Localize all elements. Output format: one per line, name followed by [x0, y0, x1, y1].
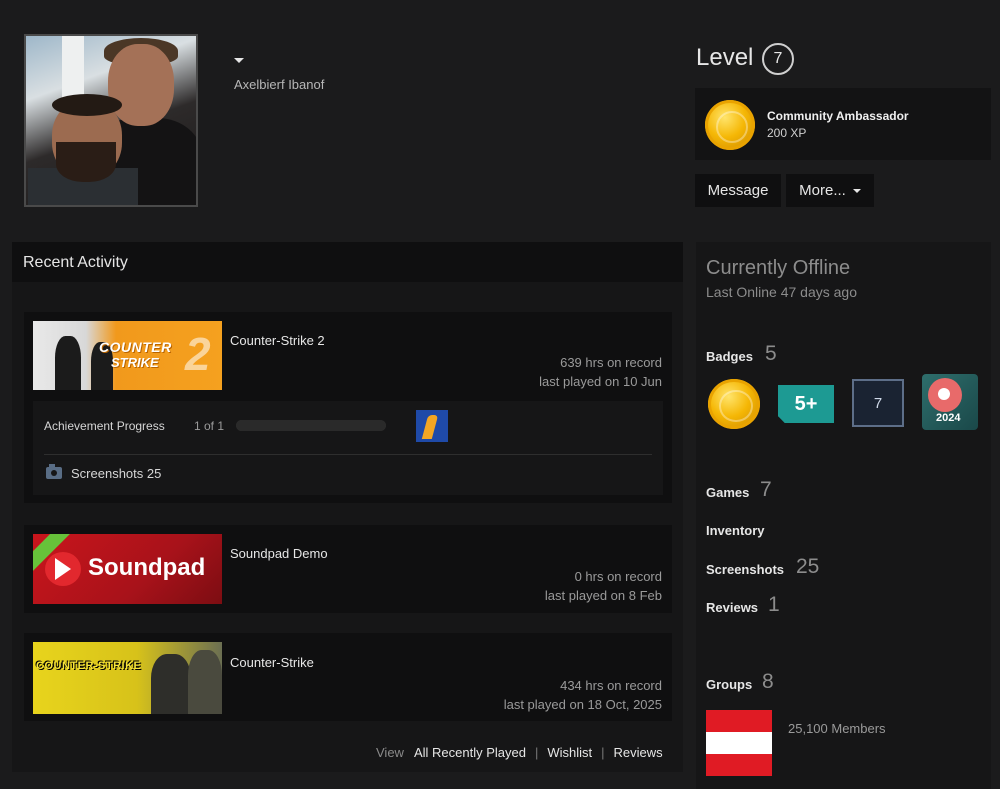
group-avatar[interactable]	[706, 710, 772, 776]
game-hours: 434 hrs on record	[560, 678, 662, 693]
recent-activity-footer: View All Recently Played | Wishlist | Re…	[376, 745, 663, 760]
profile-avatar[interactable]	[24, 34, 198, 207]
achievement-progress-bar	[236, 420, 386, 431]
game-capsule-cs2[interactable]: 2 COUNTER STRIKE	[33, 321, 222, 390]
game-last-played: last played on 10 Jun	[539, 374, 662, 389]
badges-link[interactable]: Badges	[706, 349, 753, 364]
gold-coin-icon	[705, 100, 755, 150]
featured-badge-xp: 200 XP	[767, 126, 807, 140]
message-button-label: Message	[707, 182, 769, 199]
name-history-caret-icon[interactable]	[234, 58, 244, 63]
featured-badge-title: Community Ambassador	[767, 109, 909, 123]
chevron-down-icon	[852, 188, 861, 193]
game-name-link[interactable]: Counter-Strike 2	[230, 333, 325, 348]
online-status: Currently Offline	[706, 257, 851, 279]
reviews-link[interactable]: Reviews	[614, 745, 663, 760]
play-icon	[55, 558, 71, 580]
wishlist-link[interactable]: Wishlist	[547, 745, 592, 760]
inventory-link[interactable]: Inventory	[706, 523, 765, 538]
gold-coin-badge-icon[interactable]	[708, 379, 760, 429]
screenshots-link[interactable]: Screenshots 25	[71, 466, 161, 481]
game-capsule-cs[interactable]: COUNTER-STRIKE	[33, 642, 222, 714]
view-label: View	[376, 745, 404, 760]
game-hours: 639 hrs on record	[560, 355, 662, 370]
profile-sidebar	[696, 242, 991, 789]
reviews-count: 1	[768, 593, 780, 616]
last-online: Last Online 47 days ago	[706, 284, 857, 300]
featured-badge[interactable]: Community Ambassador 200 XP	[695, 88, 991, 160]
camera-icon	[46, 464, 62, 479]
level-badge: 7	[762, 43, 794, 75]
achievement-count: 1 of 1	[194, 419, 225, 433]
five-plus-badge-icon[interactable]: 5+	[778, 385, 834, 423]
badges-count: 5	[765, 342, 777, 365]
achievement-progress-label[interactable]: Achievement Progress	[44, 419, 165, 433]
group-members: 25,100 Members	[788, 721, 886, 736]
screenshots-count: 25	[796, 555, 820, 578]
game-last-played: last played on 8 Feb	[544, 588, 662, 603]
years-badge-icon[interactable]: 7	[852, 379, 904, 427]
level-label: Level	[696, 44, 754, 71]
groups-count: 8	[762, 670, 774, 693]
divider	[44, 454, 652, 455]
game-name-link[interactable]: Counter-Strike	[230, 655, 314, 670]
reviews-sidebar-link[interactable]: Reviews	[706, 600, 758, 615]
message-button[interactable]: Message	[695, 174, 781, 207]
username: Axelbierf Ibanof	[234, 77, 325, 92]
games-count: 7	[760, 478, 772, 501]
game-last-played: last played on 18 Oct, 2025	[503, 697, 662, 712]
achievement-progress-fill	[236, 420, 386, 431]
game-name-link[interactable]: Soundpad Demo	[230, 546, 328, 561]
game-capsule-soundpad[interactable]: Soundpad	[33, 534, 222, 604]
achievement-icon[interactable]	[416, 410, 448, 442]
divider: |	[601, 745, 605, 760]
games-link[interactable]: Games	[706, 485, 749, 500]
more-button[interactable]: More...	[786, 174, 874, 207]
divider: |	[534, 745, 539, 760]
game-hours: 0 hrs on record	[574, 569, 662, 584]
more-button-label: More...	[799, 182, 846, 199]
recent-activity-title: Recent Activity	[23, 254, 128, 271]
groups-link[interactable]: Groups	[706, 677, 752, 692]
all-recently-played-link[interactable]: All Recently Played	[414, 745, 526, 760]
steam-2024-badge-icon[interactable]: 2024	[922, 374, 978, 430]
screenshots-sidebar-link[interactable]: Screenshots	[706, 562, 784, 577]
